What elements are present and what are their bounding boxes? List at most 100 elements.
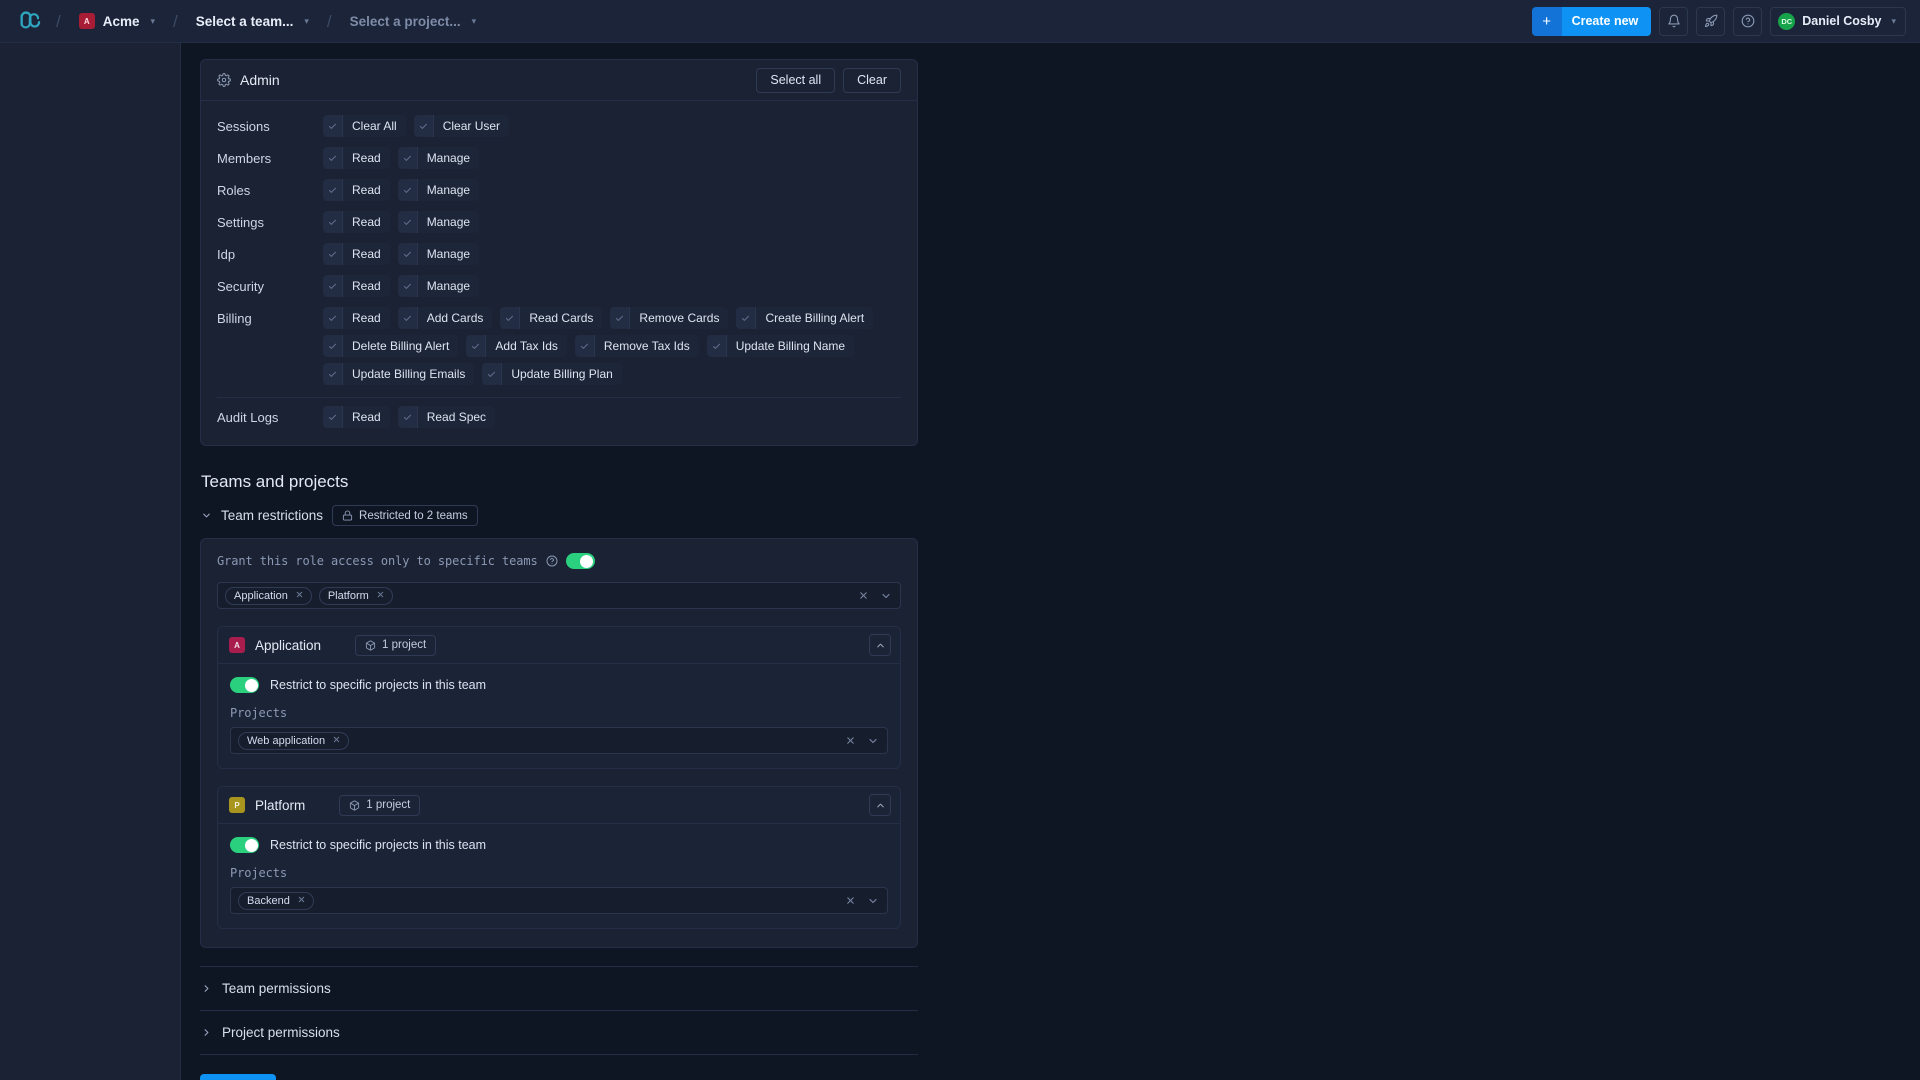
permission-row: Sessions Clear All Clear User xyxy=(217,110,901,142)
permission-checkbox-clear-user[interactable]: Clear User xyxy=(413,115,510,137)
chevron-down-icon[interactable] xyxy=(867,895,879,907)
token-chip[interactable]: Backend xyxy=(238,891,314,910)
lock-icon xyxy=(342,510,353,521)
team-card-application: A Application 1 project Restrict to specifi… xyxy=(217,626,901,769)
remove-icon[interactable] xyxy=(332,735,341,747)
projects-field-label: Projects xyxy=(230,706,287,720)
clear-icon[interactable] xyxy=(845,895,856,906)
check-icon xyxy=(323,363,343,385)
team-permissions-accordion-header[interactable]: Team permissions xyxy=(200,967,918,1010)
permission-label: Clear All xyxy=(352,119,397,133)
restrict-projects-label: Restrict to specific projects in this te… xyxy=(270,678,487,692)
project-selector[interactable]: Select a project... ▾ xyxy=(344,10,483,33)
permission-checkbox-clear-all[interactable]: Clear All xyxy=(323,115,406,137)
projects-token-list: Backend xyxy=(238,891,839,910)
project-count-text: 1 project xyxy=(366,799,411,811)
check-icon xyxy=(397,211,418,233)
permission-checkbox-update-billing-emails[interactable]: Update Billing Emails xyxy=(323,363,475,385)
permission-checkbox-add-tax-ids[interactable]: Add Tax Ids xyxy=(466,335,567,357)
chevron-up-icon[interactable] xyxy=(869,634,891,656)
projects-multiselect-actions xyxy=(845,735,881,747)
team-card-header[interactable]: P Platform 1 project xyxy=(218,787,900,824)
sidebar xyxy=(0,43,181,1080)
token-chip[interactable]: Platform xyxy=(318,586,393,605)
permission-label: Remove Cards xyxy=(639,311,720,325)
permission-checkbox-manage[interactable]: Manage xyxy=(397,147,480,169)
permission-checkbox-manage[interactable]: Manage xyxy=(397,275,480,297)
project-permissions-accordion-header[interactable]: Project permissions xyxy=(200,1011,918,1054)
rocket-icon[interactable] xyxy=(1696,6,1726,36)
team-restrictions-label: Team restrictions xyxy=(221,508,324,523)
chevron-down-icon[interactable] xyxy=(880,590,892,602)
token-chip[interactable]: Application xyxy=(225,586,312,605)
permission-row-label: Security xyxy=(217,279,264,294)
permission-checkbox-read-spec[interactable]: Read Spec xyxy=(397,406,496,428)
chevron-down-icon[interactable] xyxy=(867,735,879,747)
clear-icon[interactable] xyxy=(845,735,856,746)
grant-access-toggle[interactable] xyxy=(565,553,595,569)
chevron-up-icon[interactable] xyxy=(869,794,891,816)
select-all-button[interactable]: Select all xyxy=(756,67,836,93)
project-selector-label: Select a project... xyxy=(349,13,461,29)
team-selector[interactable]: Select a team... ▾ xyxy=(190,10,315,33)
permission-checkbox-remove-cards[interactable]: Remove Cards xyxy=(610,307,729,329)
gear-icon xyxy=(217,73,231,87)
projects-multiselect[interactable]: Backend xyxy=(230,887,888,914)
permission-checkbox-read[interactable]: Read xyxy=(323,275,390,297)
clear-button[interactable]: Clear xyxy=(843,67,901,93)
projects-multiselect[interactable]: Web application xyxy=(230,727,888,754)
create-new-button[interactable]: + Create new xyxy=(1531,6,1652,36)
breadcrumb-org[interactable]: A Acme ▾ xyxy=(73,9,161,33)
org-name: Acme xyxy=(102,13,140,29)
permission-checkbox-remove-tax-ids[interactable]: Remove Tax Ids xyxy=(574,335,699,357)
help-circle-icon[interactable] xyxy=(546,555,558,567)
project-count-badge: 1 project xyxy=(355,634,437,656)
check-icon xyxy=(482,363,503,385)
bell-icon[interactable] xyxy=(1659,6,1689,36)
permission-row: Security Read Manage xyxy=(217,270,901,302)
token-chip[interactable]: Web application xyxy=(238,731,350,750)
permission-checkbox-manage[interactable]: Manage xyxy=(397,179,480,201)
permission-checkbox-read[interactable]: Read xyxy=(323,406,390,428)
permission-checkbox-add-cards[interactable]: Add Cards xyxy=(397,307,493,329)
restrict-projects-row: Restrict to specific projects in this te… xyxy=(230,837,888,853)
clear-icon[interactable] xyxy=(858,590,869,601)
team-card-header[interactable]: A Application 1 project xyxy=(218,627,900,664)
help-circle-icon[interactable] xyxy=(1733,6,1763,36)
permission-checkbox-update-billing-name[interactable]: Update Billing Name xyxy=(706,335,855,357)
team-restrictions-accordion-header[interactable]: Team restrictions Restricted to 2 teams xyxy=(200,492,918,538)
team-permissions-label: Team permissions xyxy=(222,981,331,996)
cube-icon xyxy=(365,639,376,651)
permission-checkbox-read-cards[interactable]: Read Cards xyxy=(500,307,603,329)
update-button[interactable]: Update xyxy=(200,1074,277,1080)
remove-icon[interactable] xyxy=(297,895,306,907)
permission-chip-group: Read Manage xyxy=(323,243,901,265)
permission-checkbox-delete-billing-alert[interactable]: Delete Billing Alert xyxy=(323,335,459,357)
teams-multiselect[interactable]: Application Platform xyxy=(217,582,901,609)
permission-checkbox-update-billing-plan[interactable]: Update Billing Plan xyxy=(482,363,622,385)
project-count-badge: 1 project xyxy=(339,794,421,816)
permission-label: Read xyxy=(352,311,381,325)
permission-label: Add Tax Ids xyxy=(495,339,558,353)
permission-checkbox-read[interactable]: Read xyxy=(323,243,390,265)
permission-checkbox-create-billing-alert[interactable]: Create Billing Alert xyxy=(736,307,874,329)
breadcrumb-separator: / xyxy=(326,11,332,31)
permission-checkbox-read[interactable]: Read xyxy=(323,211,390,233)
restrict-projects-toggle[interactable] xyxy=(230,677,259,693)
permission-checkbox-read[interactable]: Read xyxy=(323,147,390,169)
permission-label: Update Billing Name xyxy=(735,339,846,353)
nhost-logo-icon[interactable] xyxy=(18,8,44,34)
restrict-projects-toggle[interactable] xyxy=(230,837,259,853)
permission-row-label: Members xyxy=(217,151,272,166)
permission-checkbox-manage[interactable]: Manage xyxy=(397,243,480,265)
permission-checkbox-read[interactable]: Read xyxy=(323,179,390,201)
remove-icon[interactable] xyxy=(376,590,385,602)
permission-label: Read xyxy=(352,279,381,293)
permission-row-label: Audit Logs xyxy=(217,410,279,425)
user-menu[interactable]: DC Daniel Cosby ▾ xyxy=(1770,6,1906,36)
remove-icon[interactable] xyxy=(295,590,304,602)
permission-label: Manage xyxy=(426,151,471,165)
permission-checkbox-read[interactable]: Read xyxy=(323,307,390,329)
permission-checkbox-manage[interactable]: Manage xyxy=(397,211,480,233)
content-column: Admin Select all Clear Sessions Clear All… xyxy=(200,59,918,1080)
